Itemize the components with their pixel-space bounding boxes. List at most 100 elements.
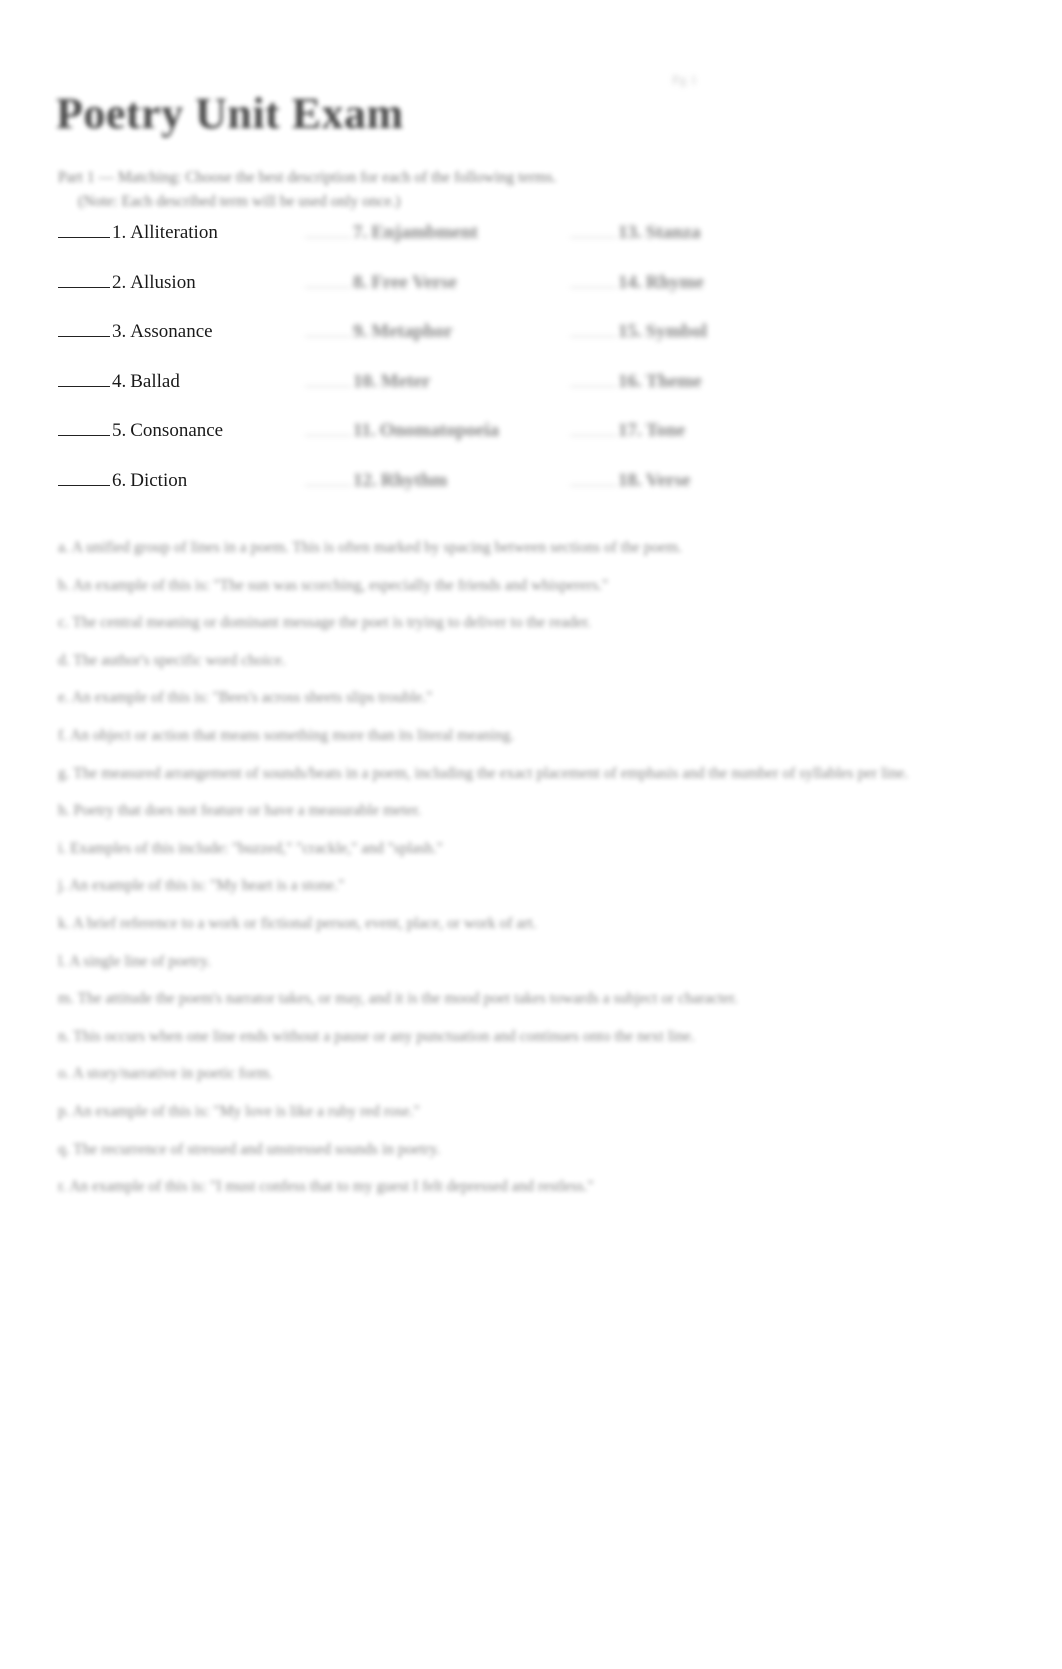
definition-line: l. A single line of poetry. bbox=[58, 950, 998, 973]
match-item-term: Allusion bbox=[130, 271, 196, 293]
match-item-term: Free Verse bbox=[371, 271, 457, 293]
answer-blank[interactable] bbox=[305, 321, 351, 337]
answer-blank[interactable] bbox=[305, 371, 351, 387]
page-title: Poetry Unit Exam bbox=[56, 89, 404, 138]
definition-letter: m. bbox=[58, 990, 74, 1008]
definition-letter: b. bbox=[58, 576, 70, 594]
answer-blank[interactable] bbox=[58, 222, 110, 238]
answer-blank[interactable] bbox=[570, 222, 616, 238]
definition-letter: c. bbox=[58, 614, 69, 632]
definition-line: o. A story/narrative in poetic form. bbox=[58, 1062, 998, 1085]
answer-blank[interactable] bbox=[58, 470, 110, 486]
match-item[interactable]: 11. Onomatopoeia bbox=[305, 420, 565, 470]
definition-text: The central meaning or dominant message … bbox=[72, 614, 592, 632]
match-item-number: 7. bbox=[353, 222, 368, 243]
matching-column-1: 1. Alliteration 2. Allusion 3. Assonance… bbox=[58, 222, 308, 519]
answer-blank[interactable] bbox=[305, 222, 351, 238]
match-item[interactable]: 16. Theme bbox=[570, 371, 820, 421]
match-item-term: Metaphor bbox=[371, 321, 453, 342]
definition-letter: k. bbox=[58, 914, 70, 932]
match-item[interactable]: 7. Enjambment bbox=[305, 222, 565, 272]
answer-blank[interactable] bbox=[570, 371, 616, 387]
definition-text: An object or action that means something… bbox=[70, 726, 515, 744]
matching-section: 1. Alliteration 2. Allusion 3. Assonance… bbox=[0, 222, 1062, 512]
definition-line: b. An example of this is: "The sun was s… bbox=[58, 574, 998, 597]
definition-line: g. The measured arrangement of sounds/be… bbox=[58, 762, 938, 785]
match-item-term: Verse bbox=[645, 469, 691, 491]
match-item-number: 17. bbox=[618, 420, 642, 441]
answer-blank[interactable] bbox=[58, 371, 110, 387]
match-item-term: Stanza bbox=[645, 222, 701, 243]
definition-text: The recurrence of stressed and unstresse… bbox=[73, 1140, 441, 1158]
definition-text: A brief reference to a work or fictional… bbox=[72, 914, 537, 932]
page-marker: Pg 1 bbox=[672, 72, 698, 87]
definition-text: An example of this is: "I must confess t… bbox=[69, 1178, 594, 1196]
match-item[interactable]: 5. Consonance bbox=[58, 420, 308, 470]
definition-text: This occurs when one line ends without a… bbox=[73, 1027, 695, 1045]
match-item[interactable]: 13. Stanza bbox=[570, 222, 820, 272]
match-item[interactable]: 18. Verse bbox=[570, 470, 820, 520]
match-item-number: 2. bbox=[112, 271, 127, 293]
match-item-term: Tone bbox=[645, 420, 686, 441]
matching-column-3: 13. Stanza 14. Rhyme 15. Symbol 16. Them… bbox=[570, 222, 820, 519]
answer-blank[interactable] bbox=[58, 321, 110, 337]
match-item-term: Diction bbox=[130, 469, 188, 491]
definition-text: An example of this is: "Bees's across sh… bbox=[71, 689, 433, 707]
definition-text: The author's specific word choice. bbox=[73, 651, 286, 669]
match-item[interactable]: 15. Symbol bbox=[570, 321, 820, 371]
definitions-list: a. A unified group of lines in a poem. T… bbox=[58, 536, 998, 1213]
answer-blank[interactable] bbox=[58, 272, 110, 288]
match-item-term: Enjambment bbox=[371, 222, 478, 243]
match-item-number: 4. bbox=[112, 370, 127, 392]
answer-blank[interactable] bbox=[305, 470, 351, 486]
definition-letter: e. bbox=[58, 689, 69, 707]
definition-line: r. An example of this is: "I must confes… bbox=[58, 1175, 998, 1198]
matching-column-2: 7. Enjambment 8. Free Verse 9. Metaphor … bbox=[305, 222, 565, 519]
match-item-term: Theme bbox=[645, 370, 702, 392]
match-item-number: 1. bbox=[112, 222, 127, 243]
match-item[interactable]: 2. Allusion bbox=[58, 272, 308, 322]
match-item[interactable]: 10. Meter bbox=[305, 371, 565, 421]
match-item[interactable]: 14. Rhyme bbox=[570, 272, 820, 322]
definition-text: Poetry that does not feature or have a m… bbox=[73, 802, 422, 820]
match-item[interactable]: 3. Assonance bbox=[58, 321, 308, 371]
match-item-number: 13. bbox=[618, 222, 642, 243]
match-item[interactable]: 6. Diction bbox=[58, 470, 308, 520]
definition-letter: a. bbox=[58, 539, 69, 556]
match-item-number: 18. bbox=[618, 469, 642, 491]
match-item-number: 6. bbox=[112, 469, 127, 491]
match-item-number: 10. bbox=[353, 370, 377, 392]
instructions-line-1: Part 1 — Matching: Choose the best descr… bbox=[58, 169, 557, 186]
answer-blank[interactable] bbox=[570, 420, 616, 436]
answer-blank[interactable] bbox=[570, 321, 616, 337]
definition-text: A single line of poetry. bbox=[69, 952, 211, 970]
definition-text: Examples of this include: "buzzed," "cra… bbox=[70, 839, 443, 857]
definition-letter: f. bbox=[58, 726, 68, 744]
definition-letter: n. bbox=[58, 1027, 70, 1045]
match-item-number: 12. bbox=[353, 469, 377, 491]
definition-letter: l. bbox=[58, 952, 67, 970]
definition-text: The measured arrangement of sounds/beats… bbox=[73, 764, 909, 782]
definition-letter: o. bbox=[58, 1065, 70, 1083]
definition-text: An example of this is: "The sun was scor… bbox=[72, 576, 609, 594]
answer-blank[interactable] bbox=[570, 272, 616, 288]
answer-blank[interactable] bbox=[570, 470, 616, 486]
match-item[interactable]: 8. Free Verse bbox=[305, 272, 565, 322]
definition-line: h. Poetry that does not feature or have … bbox=[58, 799, 998, 822]
match-item[interactable]: 17. Tone bbox=[570, 420, 820, 470]
match-item-number: 16. bbox=[618, 370, 642, 392]
match-item-term: Consonance bbox=[130, 420, 224, 441]
answer-blank[interactable] bbox=[305, 420, 351, 436]
match-item[interactable]: 12. Rhythm bbox=[305, 470, 565, 520]
match-item-number: 15. bbox=[618, 321, 642, 342]
match-item[interactable]: 9. Metaphor bbox=[305, 321, 565, 371]
definition-letter: q. bbox=[58, 1140, 70, 1158]
answer-blank[interactable] bbox=[58, 420, 110, 436]
answer-blank[interactable] bbox=[305, 272, 351, 288]
match-item-number: 8. bbox=[353, 271, 368, 293]
definition-line: e. An example of this is: "Bees's across… bbox=[58, 686, 998, 709]
definition-letter: g. bbox=[58, 764, 70, 782]
match-item[interactable]: 1. Alliteration bbox=[58, 222, 308, 272]
match-item-term: Symbol bbox=[645, 321, 707, 342]
match-item[interactable]: 4. Ballad bbox=[58, 371, 308, 421]
